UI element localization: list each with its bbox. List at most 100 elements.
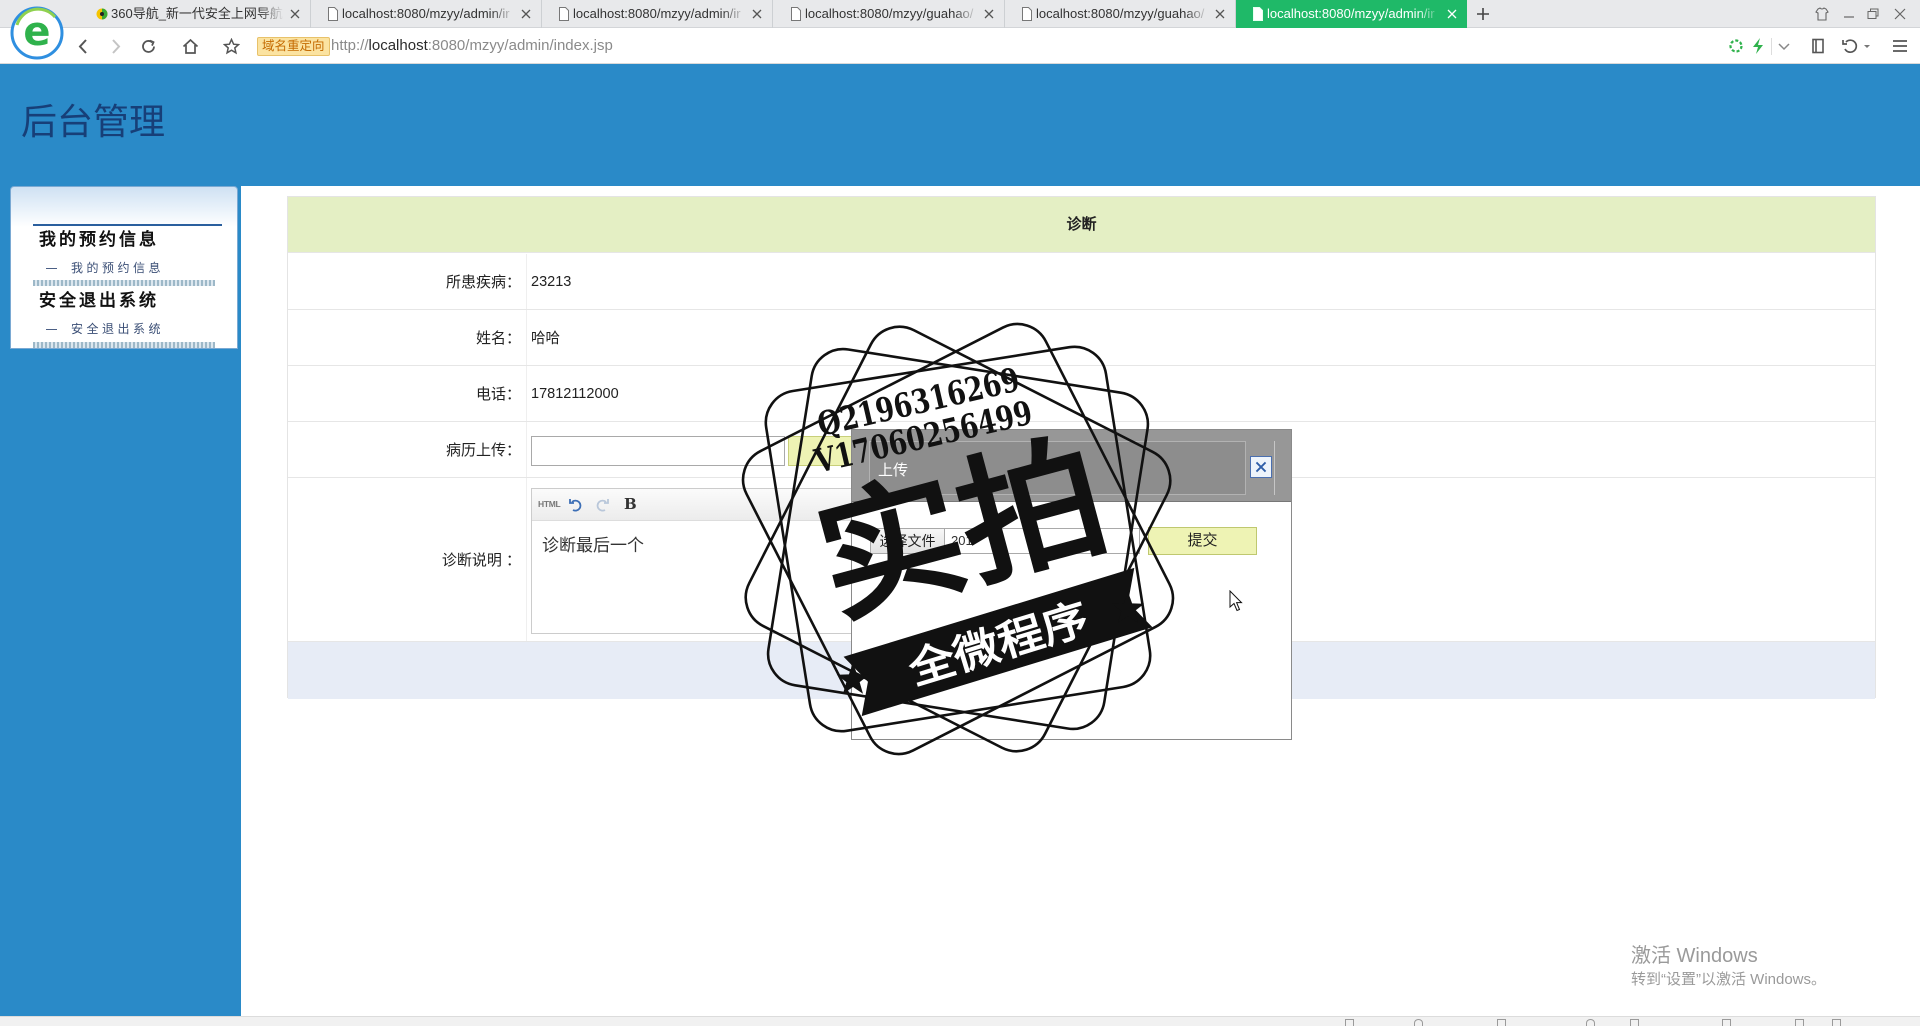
tab-admin-active[interactable]: localhost:8080/mzyy/admin/ir — [1236, 0, 1467, 28]
watermark-stamp: Q2196316269 V17060256499 实拍 全微程序 — [741, 322, 1175, 756]
name-value: 哈哈 — [531, 331, 560, 347]
page-icon — [328, 7, 338, 21]
tab-admin-2[interactable]: localhost:8080/mzyy/admin/ir — [542, 0, 773, 28]
status-icon[interactable] — [1832, 1019, 1841, 1026]
tab-bar: 360导航_新一代安全上网导航 localhost:8080/mzyy/admi… — [0, 0, 1920, 28]
forward-icon[interactable] — [107, 38, 124, 55]
column-divider — [526, 310, 527, 365]
status-icon[interactable] — [1414, 1019, 1423, 1026]
browser-status-bar — [0, 1016, 1920, 1026]
redo-icon[interactable] — [594, 497, 610, 513]
editor-content[interactable]: 诊断最后一个 — [542, 531, 644, 556]
tab-title: localhost:8080/mzyy/admin/ir — [342, 6, 510, 21]
page-icon — [1253, 7, 1263, 21]
sidebar-item-my-appointments[interactable]: 我的预约信息 — [46, 259, 216, 277]
mouse-cursor-icon — [1229, 590, 1243, 612]
chevron-down-icon[interactable] — [1775, 37, 1793, 55]
column-divider — [526, 478, 527, 641]
disease-value: 23213 — [531, 273, 572, 290]
undo-icon[interactable] — [568, 497, 584, 513]
field-label: 病历上传： — [445, 442, 521, 459]
toolbar-divider — [1771, 38, 1772, 55]
close-icon[interactable] — [752, 9, 762, 19]
undo-icon[interactable] — [1841, 37, 1859, 55]
column-divider — [526, 366, 527, 421]
status-icon[interactable] — [1630, 1019, 1639, 1026]
close-icon[interactable] — [984, 9, 994, 19]
html-source-button[interactable]: HTML — [538, 499, 561, 509]
close-icon[interactable] — [1215, 9, 1225, 19]
speed-icon[interactable] — [1727, 37, 1745, 55]
dialog-close-icon[interactable] — [1250, 456, 1272, 478]
page-icon — [791, 7, 801, 21]
minimize-icon[interactable] — [1841, 6, 1857, 22]
bullet-dash — [46, 268, 57, 269]
restore-icon[interactable] — [1865, 6, 1881, 22]
field-label: 诊断说明 ： — [441, 552, 521, 569]
360-logo-icon — [96, 8, 108, 20]
field-label: 所患疾病： — [445, 274, 521, 291]
browser-logo[interactable]: e — [9, 5, 65, 61]
column-divider — [526, 422, 527, 477]
close-icon[interactable] — [521, 9, 531, 19]
bold-button[interactable]: B — [624, 495, 637, 513]
field-label: 姓名： — [475, 330, 521, 347]
tab-title: localhost:8080/mzyy/guahao/ — [1036, 6, 1205, 21]
star-icon[interactable] — [223, 38, 240, 55]
column-divider — [526, 254, 527, 309]
sidebar: 我的预约信息 我的预约信息 安全退出系统 安全退出系统 — [0, 186, 241, 1016]
caret-down-icon[interactable] — [1861, 37, 1879, 55]
menu-section-appointments[interactable]: 我的预约信息 — [39, 229, 159, 251]
field-label: 电话： — [475, 386, 521, 403]
redirect-badge[interactable]: 域名重定向 — [257, 37, 330, 56]
activation-title: 激活 Windows — [1631, 945, 1758, 967]
tab-360-nav[interactable]: 360导航_新一代安全上网导航 — [80, 0, 311, 28]
url-field[interactable]: http://localhost:8080/mzyy/admin/index.j… — [331, 28, 613, 64]
phone-value: 17812112000 — [531, 385, 619, 402]
menu-divider — [33, 224, 222, 226]
url-path: :8080/mzyy/admin/index.jsp — [427, 37, 613, 54]
tab-guahao-1[interactable]: localhost:8080/mzyy/guahao/ — [774, 0, 1005, 28]
menu-section-logout[interactable]: 安全退出系统 — [39, 290, 159, 312]
bullet-dash — [46, 329, 57, 330]
form-heading: 诊断 — [288, 197, 1875, 253]
status-icon[interactable] — [1795, 1019, 1804, 1026]
page-icon — [1022, 7, 1032, 21]
status-icon[interactable] — [1345, 1019, 1354, 1026]
window-close-icon[interactable] — [1892, 6, 1908, 22]
close-icon[interactable] — [1447, 9, 1457, 19]
tab-title: localhost:8080/mzyy/admin/ir — [1267, 6, 1435, 21]
reload-icon[interactable] — [140, 38, 157, 55]
status-icon[interactable] — [1586, 1019, 1595, 1026]
page-icon — [559, 7, 569, 21]
sidebar-item-logout[interactable]: 安全退出系统 — [46, 320, 216, 338]
menu-stripe — [33, 280, 215, 286]
tab-admin-1[interactable]: localhost:8080/mzyy/admin/ir — [311, 0, 542, 28]
sidebar-menu-panel: 我的预约信息 我的预约信息 安全退出系统 安全退出系统 — [10, 186, 238, 349]
tab-guahao-2[interactable]: localhost:8080/mzyy/guahao/ — [1005, 0, 1236, 28]
menu-stripe — [33, 342, 215, 348]
page-title: 后台管理 — [21, 101, 166, 142]
tab-title: localhost:8080/mzyy/guahao/ — [805, 6, 974, 21]
status-icon[interactable] — [1722, 1019, 1731, 1026]
tab-title: 360导航_新一代安全上网导航 — [111, 6, 283, 21]
new-tab-plus-icon[interactable] — [1476, 7, 1490, 21]
reading-mode-icon[interactable] — [1809, 37, 1827, 55]
url-scheme: http:// — [331, 37, 369, 54]
windows-activation-watermark: 激活 Windows 转到“设置”以激活 Windows。 — [1631, 943, 1826, 991]
page-header: 后台管理 — [0, 64, 1920, 186]
tab-title: localhost:8080/mzyy/admin/ir — [573, 6, 741, 21]
sidebar-item-label: 安全退出系统 — [71, 322, 165, 336]
back-icon[interactable] — [75, 38, 92, 55]
url-host: localhost — [368, 37, 428, 54]
address-bar: 域名重定向 http://localhost:8080/mzyy/admin/i… — [0, 28, 1920, 64]
lightning-icon[interactable] — [1749, 37, 1767, 55]
menu-icon[interactable] — [1891, 37, 1909, 55]
close-icon[interactable] — [290, 9, 300, 19]
home-icon[interactable] — [182, 38, 199, 55]
logo-letter: e — [23, 9, 50, 55]
skin-icon[interactable] — [1814, 6, 1830, 22]
status-icon[interactable] — [1497, 1019, 1506, 1026]
sidebar-item-label: 我的预约信息 — [71, 261, 165, 275]
activation-hint: 转到“设置”以激活 Windows。 — [1631, 971, 1827, 988]
